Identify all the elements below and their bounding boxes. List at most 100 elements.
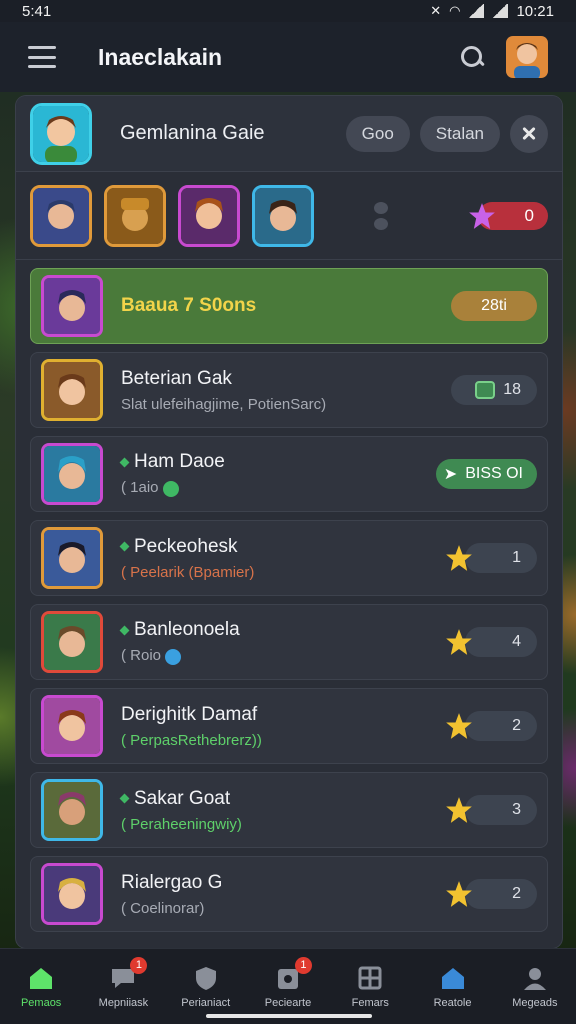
nav-item-pemaos[interactable]: Pemaos — [3, 965, 79, 1009]
panel-header: Gemlanina Gaie Goo Stalan — [16, 96, 562, 172]
diamond-icon — [119, 457, 130, 468]
team-row: 0 — [16, 172, 562, 260]
row-avatar — [41, 443, 103, 505]
diamond-icon — [119, 541, 130, 552]
star-icon — [469, 202, 495, 229]
team-more-dots[interactable] — [374, 201, 388, 230]
row-avatar — [41, 863, 103, 925]
nav-item-peciearte[interactable]: 1 Peciearte — [250, 956, 326, 1009]
star-icon — [446, 629, 472, 655]
row-subtitle: Slat ulefeihagjime, PotienSarc) — [121, 395, 327, 413]
row-value: 1 — [465, 543, 537, 573]
home-indicator — [206, 1014, 372, 1018]
check-icon — [162, 480, 179, 497]
status-clock: 10:21 — [516, 2, 554, 20]
stalan-button[interactable]: Stalan — [419, 115, 500, 152]
nav-item-megeads[interactable]: Megeads — [497, 965, 573, 1009]
badge-square-icon — [475, 381, 496, 399]
status-bar: 5:41 ✕ ◠ 10:21 — [0, 0, 576, 22]
signal-icon-2 — [492, 4, 509, 18]
row-avatar — [41, 611, 103, 673]
list-item[interactable]: Derighitk Damaf ( PerpasRethebrerz)) 2 — [30, 688, 548, 764]
row-value: 3 — [465, 795, 537, 825]
team-slot-3[interactable] — [178, 184, 240, 247]
app-title: Inaeclakain — [98, 43, 223, 70]
game-panel: Gemlanina Gaie Goo Stalan 0 Baaua 7 S0on… — [16, 96, 562, 948]
grid-icon — [358, 966, 382, 989]
row-value: ➤ BISS OI — [435, 459, 537, 489]
shield-icon — [195, 966, 216, 990]
row-subtitle: ( Coelinorar) — [121, 899, 205, 917]
search-icon[interactable] — [460, 45, 484, 69]
row-avatar — [41, 359, 103, 421]
panel-title: Gemlanina Gaie — [120, 122, 265, 144]
mute-icon: ✕ — [430, 3, 442, 18]
list-item[interactable]: Rialergao G ( Coelinorar) 2 — [30, 856, 548, 932]
row-name: Sakar Goat — [119, 788, 242, 810]
row-value: 4 — [465, 627, 537, 657]
profile-icon — [523, 967, 546, 990]
nav-label: Megeads — [512, 996, 558, 1009]
notification-badge: 1 — [294, 956, 312, 974]
nav-item-perianiact[interactable]: Perianiact — [168, 965, 244, 1009]
highlight-value: 28ti — [451, 291, 537, 321]
arrow-icon: ➤ — [443, 466, 458, 483]
row-value: 2 — [465, 879, 537, 909]
row-avatar — [41, 527, 103, 589]
status-time: 5:41 — [22, 2, 52, 20]
go-button[interactable]: Goo — [345, 115, 410, 152]
row-name: Derighitk Damaf — [121, 703, 258, 725]
close-icon[interactable] — [510, 114, 548, 153]
list-item[interactable]: Ham Daoe ( 1aio ➤ BISS OI — [30, 436, 548, 512]
notification-badge: 1 — [130, 956, 148, 974]
nav-label: Pemaos — [20, 996, 62, 1009]
player-list: Baaua 7 S0ons 28ti Beterian Gak Slat ule… — [16, 260, 562, 940]
row-value: 2 — [465, 711, 537, 741]
nav-item-reatole[interactable]: Reatole — [415, 965, 491, 1009]
home-icon — [30, 967, 53, 989]
status-icons: ✕ ◠ 10:21 — [430, 3, 554, 20]
app-bar: Inaeclakain — [0, 22, 576, 92]
star-icon — [446, 545, 472, 571]
row-name: Peckeohesk — [119, 536, 254, 558]
nav-label: Reatole — [433, 996, 472, 1009]
highlight-title: Baaua 7 S0ons — [121, 295, 257, 316]
row-avatar — [41, 695, 103, 757]
bottom-nav: Pemaos 1 Mepniiask Perianiact 1 Pecieart… — [0, 948, 576, 1024]
nav-item-femars[interactable]: Femars — [332, 965, 408, 1009]
list-item-highlight[interactable]: Baaua 7 S0ons 28ti — [30, 268, 548, 344]
house-icon — [441, 967, 464, 989]
row-subtitle: ( Roio — [121, 647, 240, 665]
row-avatar — [41, 275, 103, 337]
nav-label: Peciearte — [264, 996, 312, 1009]
list-item[interactable]: Sakar Goat ( Peraheeningwiy) 3 — [30, 772, 548, 848]
row-name: Ham Daoe — [119, 451, 225, 473]
signal-icon — [468, 4, 485, 18]
nav-label: Perianiact — [181, 996, 231, 1009]
menu-icon[interactable] — [28, 46, 56, 68]
user-avatar[interactable] — [506, 36, 548, 78]
star-counter: 0 — [468, 201, 548, 230]
row-subtitle: ( 1aio — [121, 479, 225, 497]
row-subtitle: ( Peraheeningwiy) — [121, 815, 242, 833]
star-icon — [446, 797, 472, 823]
star-icon — [446, 881, 472, 907]
nav-label: Mepniiask — [98, 996, 149, 1009]
row-avatar — [41, 779, 103, 841]
diamond-icon — [119, 625, 130, 636]
list-item[interactable]: Beterian Gak Slat ulefeihagjime, PotienS… — [30, 352, 548, 428]
row-value: 18 — [451, 375, 537, 405]
row-subtitle: ( PerpasRethebrerz)) — [121, 731, 262, 749]
row-name: Banleonoela — [119, 619, 240, 641]
nav-label: Femars — [351, 996, 389, 1009]
list-item[interactable]: Peckeohesk ( Peelarik (Bpamier) 1 — [30, 520, 548, 596]
row-subtitle: ( Peelarik (Bpamier) — [121, 563, 255, 581]
list-item[interactable]: Banleonoela ( Roio 4 — [30, 604, 548, 680]
star-icon — [446, 713, 472, 739]
team-slot-1[interactable] — [30, 184, 92, 247]
diamond-icon — [119, 793, 130, 804]
team-slot-4[interactable] — [252, 184, 314, 247]
nav-item-mepniiask[interactable]: 1 Mepniiask — [85, 956, 161, 1009]
team-slot-2[interactable] — [104, 184, 166, 247]
wifi-icon: ◠ — [449, 3, 461, 18]
